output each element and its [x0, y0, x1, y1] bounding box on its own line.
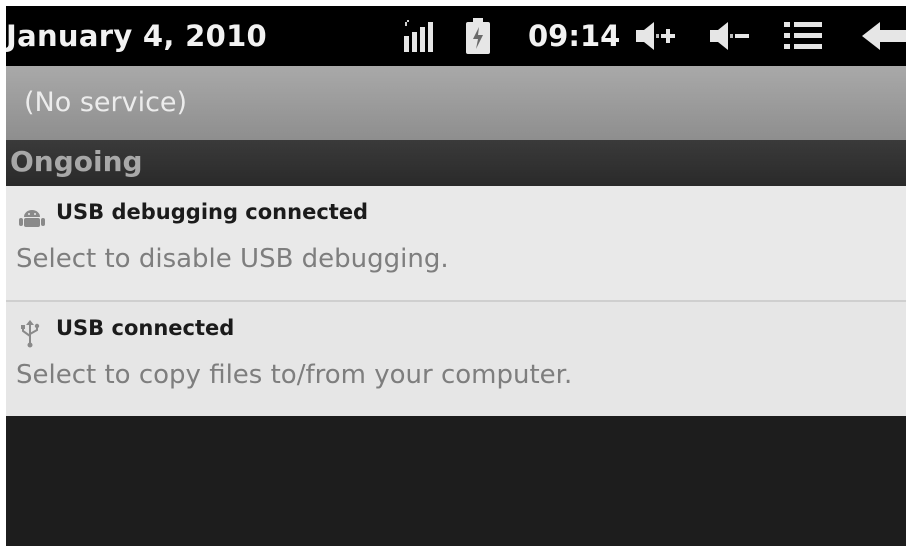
back-icon[interactable]: [862, 20, 906, 52]
notification-screen: January 4, 2010 09:14 (No service) Ongoi…: [6, 6, 906, 546]
status-bar[interactable]: January 4, 2010 09:14: [6, 6, 906, 66]
battery-icon: [466, 18, 490, 54]
notification-usb-connected[interactable]: USB connected Select to copy files to/fr…: [6, 302, 906, 416]
carrier-bar: (No service): [6, 66, 906, 140]
android-debug-icon: [18, 208, 46, 230]
section-title: Ongoing: [10, 145, 143, 178]
signal-icon: [404, 20, 438, 52]
status-date: January 4, 2010: [6, 19, 268, 53]
notification-title: USB connected: [56, 316, 235, 340]
carrier-label: (No service): [24, 87, 188, 118]
notification-usb-debugging[interactable]: USB debugging connected Select to disabl…: [6, 186, 906, 300]
notification-text: Select to copy files to/from your comput…: [16, 360, 573, 390]
volume-down-icon[interactable]: [708, 20, 752, 52]
status-time: 09:14: [528, 19, 621, 53]
ongoing-section-header: Ongoing: [6, 140, 906, 186]
menu-icon[interactable]: [784, 20, 824, 52]
notification-title: USB debugging connected: [56, 200, 369, 224]
notification-panel-empty-area: [6, 416, 906, 546]
notification-text: Select to disable USB debugging.: [16, 244, 449, 274]
usb-icon: [18, 320, 42, 348]
volume-up-icon[interactable]: [634, 20, 678, 52]
